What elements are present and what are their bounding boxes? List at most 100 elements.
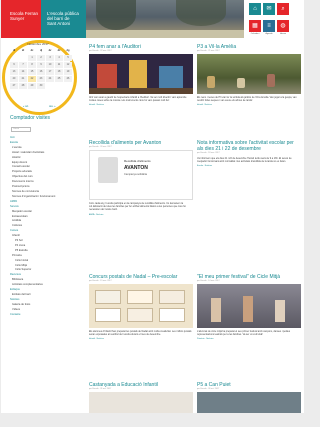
calendar-day[interactable]: 30 (37, 83, 45, 89)
calendar-weekday: dv (48, 49, 52, 52)
calendar-day (64, 83, 72, 89)
post-image[interactable] (197, 392, 301, 413)
postcard-shape (159, 290, 185, 304)
calendar-weekday: dt (21, 49, 25, 52)
calendar-day[interactable]: 14 (19, 69, 27, 75)
performer-shape (129, 60, 147, 88)
post-card: P4 fem anar a l'Auditori per Escola · 22… (89, 44, 193, 106)
post-meta: per Escola · 31 oct. 2017 (89, 388, 112, 390)
calendar-day[interactable]: 24 (46, 76, 54, 82)
calendar-day[interactable]: 6 (10, 62, 18, 68)
calendar-day[interactable]: 16 (37, 69, 45, 75)
performer-shape (159, 66, 183, 88)
child-shape (267, 74, 275, 87)
post-image[interactable] (89, 392, 193, 413)
calendar-day[interactable]: 5 (64, 55, 72, 61)
post-categories[interactable]: AMPA · Notícies (89, 214, 193, 216)
school-logo[interactable]: Escola Ferran Sunyer (1, 0, 41, 38)
post-meta: per Escola · 14 nov. 2017 (197, 280, 220, 282)
post-excerpt: Com cada any, l'escola participa en la c… (89, 202, 186, 212)
calendar-day[interactable]: 28 (19, 83, 27, 89)
calendar-day[interactable]: 1 (28, 55, 36, 61)
calendar-day[interactable]: 11 (55, 62, 63, 68)
calendar-day[interactable]: 17 (46, 69, 54, 75)
calendar-day[interactable]: 27 (10, 83, 18, 89)
school-name-line-2: Sunyer (10, 16, 25, 21)
calendar-day[interactable]: 25 (55, 76, 63, 82)
agenda-button[interactable]: ≡ (263, 20, 275, 32)
calendar-day[interactable]: 29 (28, 83, 36, 89)
calendar-day[interactable]: 9 (37, 62, 45, 68)
post-image[interactable] (197, 54, 301, 94)
calendar-day[interactable]: 12 (64, 62, 72, 68)
home-button[interactable]: ⌂ (249, 3, 261, 15)
calendar-day[interactable]: 23 (37, 76, 45, 82)
calendar-day[interactable]: 19 (64, 69, 72, 75)
calendar-day[interactable]: 13 (10, 69, 18, 75)
calendar-button[interactable]: ▦ (249, 20, 261, 32)
screenshot: Escola Ferran Sunyer L'escola pública de… (0, 0, 304, 427)
contact-button[interactable]: ✉ (263, 3, 275, 15)
post-image[interactable] (197, 284, 301, 328)
post-meta: per Escola · 20 nov. 2017 (89, 146, 112, 148)
header-buttons: ⌂ ✉ ⌕ ▦ ≡ ◍ Calendari Agenda Idioma (244, 0, 304, 38)
postcard-shape (95, 290, 121, 304)
post-categories[interactable]: Primària · Notícies (197, 338, 301, 340)
stage-shape (89, 88, 193, 94)
post-card: Concurs postals de Nadal – Pre-escolar p… (89, 274, 193, 340)
language-button-label: Idioma (279, 33, 286, 35)
post-excerpt: Els alumnes d'infantil han preparat les … (89, 330, 192, 337)
home-icon: ⌂ (253, 6, 257, 12)
post-categories[interactable]: Infantil · Notícies (197, 104, 301, 106)
calendar-weekday: dj (39, 49, 43, 52)
postcard-shape (127, 308, 153, 322)
post-image[interactable] (89, 54, 193, 94)
calendar-day[interactable]: 3 (46, 55, 54, 61)
calendar-day[interactable]: 20 (10, 76, 18, 82)
post-card: P3 a Vil·la Amèlia per Escola · 21 nov. … (197, 44, 301, 106)
post-categories[interactable]: Infantil · Notícies (89, 104, 193, 106)
calendar-weekday: dc (30, 49, 34, 52)
sidebar: Novembre 2017 dl dt dc dj dv ds dg 1 2 3 4 5 6 7 8 9 10 1… (1, 38, 86, 413)
post-card: Castanyada a Educació Infantil per Escol… (89, 382, 193, 413)
tree-shape (96, 0, 136, 30)
language-button[interactable]: ◍ (277, 20, 289, 32)
ground-shape (86, 30, 244, 38)
calendar-day[interactable]: 2 (37, 55, 45, 61)
post-image[interactable]: Recollida d'aliments AVANTON Campanya so… (89, 150, 193, 200)
calendar-day[interactable]: 26 (64, 76, 72, 82)
post-categories[interactable]: Infantil · Notícies (89, 338, 193, 340)
calendar-next-link[interactable]: des. » (49, 105, 56, 108)
calendar-day (46, 83, 54, 89)
posts-area: P4 fem anar a l'Auditori per Escola · 22… (89, 40, 301, 413)
calendar-day[interactable]: 8 (28, 62, 36, 68)
search-button[interactable]: ⌕ (277, 3, 289, 15)
post-categories[interactable]: Escola · Notícies (197, 165, 301, 167)
mail-icon: ✉ (266, 6, 272, 12)
calendar-day (10, 55, 18, 61)
calendar-day[interactable]: 15 (28, 69, 36, 75)
calendar-day[interactable]: 18 (55, 69, 63, 75)
calendar-weekday: dl (12, 49, 16, 52)
list-icon: ≡ (267, 23, 271, 29)
post-excerpt: Ahir vam anar a gaudir de l'espectacle i… (89, 96, 187, 103)
post-card: Nota informativa sobre l'activitat escol… (197, 140, 301, 167)
post-meta: per Escola · 18 nov. 2017 (197, 152, 220, 154)
post-title[interactable]: Nota informativa sobre l'activitat escol… (197, 140, 301, 152)
calendar-day[interactable]: 7 (19, 62, 27, 68)
flyer-org: AVANTON (124, 165, 148, 171)
calendar-icon: ▦ (252, 23, 258, 29)
calendar-prev-link[interactable]: « oct. (23, 105, 29, 108)
sidebar-menu-item[interactable]: Contacte (10, 313, 80, 318)
calendar-day[interactable]: 4 (55, 55, 63, 61)
flyer-illustration (98, 157, 118, 183)
calendar-day (19, 55, 27, 61)
calendar-day[interactable]: 10 (46, 62, 54, 68)
search-input[interactable]: Cercar (11, 127, 31, 132)
calendar-day[interactable]: 22 (28, 76, 36, 82)
calendar-weekday: dg (66, 49, 70, 52)
post-image[interactable] (89, 284, 193, 328)
website: Escola Ferran Sunyer L'escola pública de… (1, 0, 304, 413)
calendar-day[interactable]: 21 (19, 76, 27, 82)
calendar-widget: Novembre 2017 dl dt dc dj dv ds dg 1 2 3 4 5 6 7 8 9 10 1… (2, 40, 77, 115)
